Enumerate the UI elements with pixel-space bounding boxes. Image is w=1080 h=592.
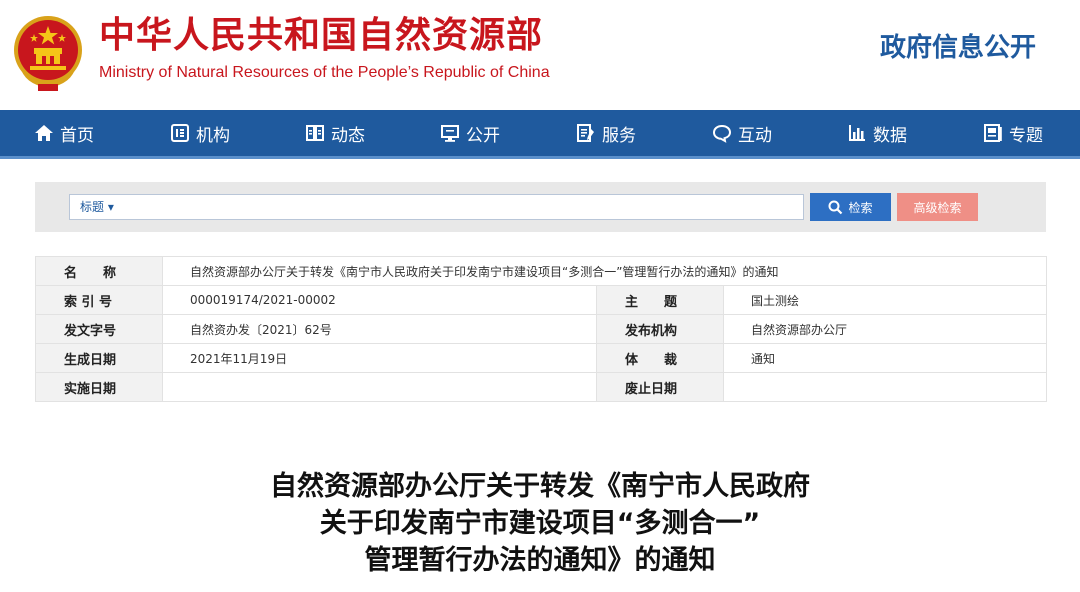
doc-number-value: 自然资办发〔2021〕62号 xyxy=(162,314,597,344)
date-label: 生成日期 xyxy=(35,343,163,373)
nav-item-label: 公开 xyxy=(466,125,500,146)
nav-item-news[interactable]: 动态 xyxy=(305,110,365,156)
genre-value: 通知 xyxy=(723,343,1047,373)
index-value: 000019174/2021-00002 xyxy=(162,285,597,315)
national-emblem-icon[interactable] xyxy=(12,14,84,92)
gov-info-open-link[interactable]: 政府信息公开 xyxy=(880,27,1036,64)
nav-item-interact[interactable]: 互动 xyxy=(712,110,772,156)
date-value: 2021年11月19日 xyxy=(162,343,597,373)
index-label: 索 引 号 xyxy=(35,285,163,315)
search-icon xyxy=(828,200,843,214)
nav-item-home[interactable]: 首页 xyxy=(34,110,94,156)
name-value: 自然资源部办公厅关于转发《南宁市人民政府关于印发南宁市建设项目“多测合一”管理暂… xyxy=(162,256,1047,286)
topic-icon xyxy=(984,124,1002,142)
bar-chart-icon xyxy=(849,125,865,141)
nav-item-label: 首页 xyxy=(60,125,94,146)
site-title-english[interactable]: Ministry of Natural Resources of the Peo… xyxy=(99,64,550,82)
table-row: 生成日期 2021年11月19日 体 裁 通知 xyxy=(35,343,1047,373)
home-icon xyxy=(35,125,53,141)
search-button[interactable]: 检索 xyxy=(810,193,891,221)
effective-date-label: 实施日期 xyxy=(35,372,163,402)
issuer-label: 发布机构 xyxy=(596,314,724,344)
document-title-line: 关于印发南宁市建设项目“多测合一” xyxy=(319,508,761,539)
nav-item-label: 专题 xyxy=(1009,125,1043,146)
abolish-date-label: 废止日期 xyxy=(596,372,724,402)
search-category-dropdown[interactable]: 标题 ▾ xyxy=(80,195,114,219)
search-input[interactable] xyxy=(140,197,794,219)
nav-item-service[interactable]: 服务 xyxy=(576,110,636,156)
document-edit-icon xyxy=(577,124,594,142)
monitor-icon xyxy=(441,125,459,142)
nav-item-topic[interactable]: 专题 xyxy=(983,110,1043,156)
nav-item-label: 互动 xyxy=(738,125,772,146)
book-icon xyxy=(306,125,324,141)
issuer-value: 自然资源部办公厅 xyxy=(723,314,1047,344)
search-box: 标题 ▾ xyxy=(69,194,804,220)
table-row: 实施日期 废止日期 xyxy=(35,372,1047,402)
table-row: 名 称 自然资源部办公厅关于转发《南宁市人民政府关于印发南宁市建设项目“多测合一… xyxy=(35,256,1047,286)
document-title-line: 管理暂行办法的通知》的通知 xyxy=(364,545,716,576)
effective-date-value xyxy=(162,372,597,402)
chat-icon xyxy=(712,124,732,143)
search-button-label: 检索 xyxy=(848,200,873,215)
doc-number-label: 发文字号 xyxy=(35,314,163,344)
nav-item-label: 数据 xyxy=(873,125,907,146)
nav-item-label: 动态 xyxy=(331,125,365,146)
document-info-table: 名 称 自然资源部办公厅关于转发《南宁市人民政府关于印发南宁市建设项目“多测合一… xyxy=(35,256,1047,402)
site-header: 中华人民共和国自然资源部 Ministry of Natural Resourc… xyxy=(0,0,1080,110)
genre-label: 体 裁 xyxy=(596,343,724,373)
nav-item-org[interactable]: 机构 xyxy=(170,110,230,156)
nav-item-public[interactable]: 公开 xyxy=(440,110,500,156)
advanced-search-button[interactable]: 高级检索 xyxy=(897,193,978,221)
table-row: 索 引 号 000019174/2021-00002 主 题 国土测绘 xyxy=(35,285,1047,315)
org-icon xyxy=(171,124,189,142)
abolish-date-value xyxy=(723,372,1047,402)
nav-item-label: 服务 xyxy=(602,125,636,146)
nav-item-data[interactable]: 数据 xyxy=(847,110,907,156)
document-title-line: 自然资源部办公厅关于转发《南宁市人民政府 xyxy=(270,471,810,502)
search-panel: 标题 ▾ 检索 高级检索 xyxy=(35,182,1046,232)
table-row: 发文字号 自然资办发〔2021〕62号 发布机构 自然资源部办公厅 xyxy=(35,314,1047,344)
document-title: 自然资源部办公厅关于转发《南宁市人民政府 关于印发南宁市建设项目“多测合一” 管… xyxy=(0,468,1080,579)
subject-label: 主 题 xyxy=(596,285,724,315)
subject-value: 国土测绘 xyxy=(723,285,1047,315)
name-label: 名 称 xyxy=(35,256,163,286)
main-nav: 首页 机构 动态 公开 服务 互动 数据 专题 xyxy=(0,110,1080,159)
nav-item-label: 机构 xyxy=(196,125,230,146)
site-title[interactable]: 中华人民共和国自然资源部 xyxy=(99,14,543,58)
